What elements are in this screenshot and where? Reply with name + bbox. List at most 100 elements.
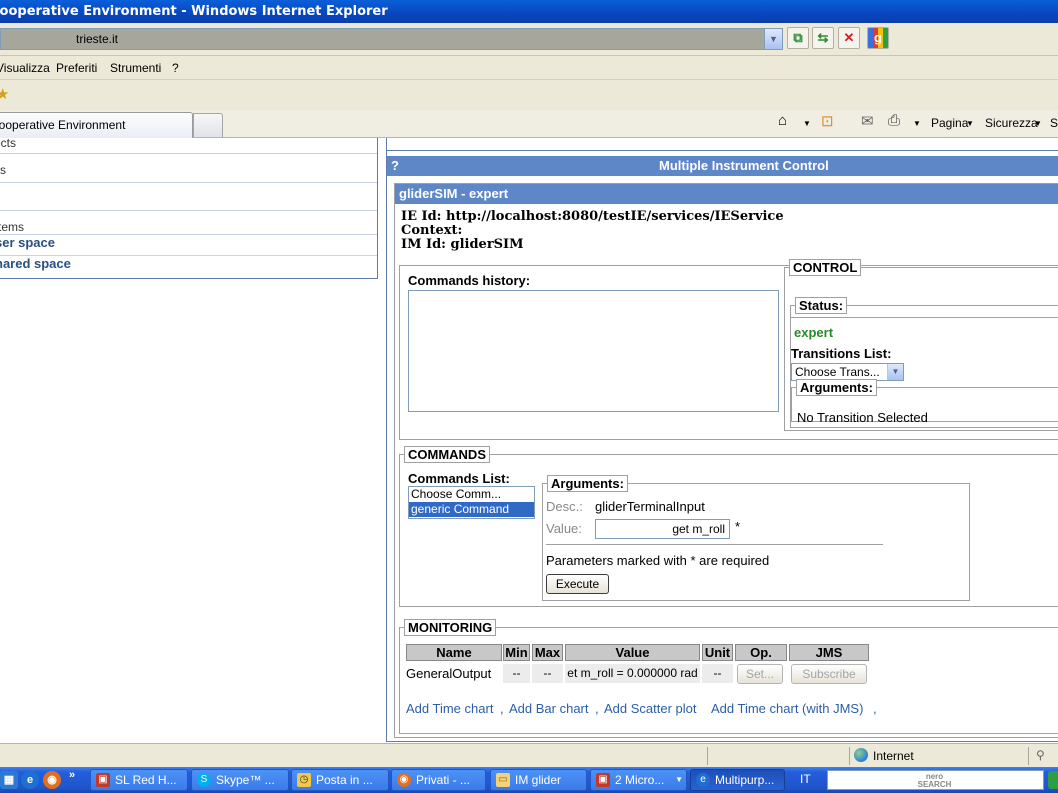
monitoring-legend: MONITORING xyxy=(404,619,497,636)
language-indicator[interactable]: IT xyxy=(800,772,811,786)
row-name: GeneralOutput xyxy=(406,664,502,683)
google-search-icon[interactable]: g xyxy=(867,27,889,49)
taskbar-item-im-glider[interactable]: ▭ IM glider xyxy=(490,769,587,791)
add-bar-chart-link[interactable]: Add Bar chart xyxy=(509,701,589,716)
add-time-chart-jms-link[interactable]: Add Time chart (with JMS) xyxy=(711,701,863,716)
commands-listbox[interactable]: Choose Comm... generic Command xyxy=(408,486,535,519)
status-divider xyxy=(1028,747,1029,765)
left-nav-item-1-label: ects xyxy=(0,138,17,150)
address-dropdown-icon[interactable]: ▼ xyxy=(764,29,782,49)
left-nav-item-2[interactable]: rs xyxy=(0,154,377,183)
column-header-jms: JMS xyxy=(789,644,869,661)
menu-favorites[interactable]: Preferiti xyxy=(56,61,97,75)
subscribe-button[interactable]: Subscribe xyxy=(791,664,867,684)
window-title-bar: Cooperative Environment - Windows Intern… xyxy=(0,0,1058,23)
history-textarea[interactable] xyxy=(408,290,779,412)
task-label: SL Red H... xyxy=(115,773,177,787)
stop-icon[interactable]: ✕ xyxy=(838,27,860,49)
favorites-icon[interactable]: ★ xyxy=(0,85,9,103)
taskbar-item-microsoft[interactable]: ▣ 2 Micro... ▼ xyxy=(590,769,687,791)
menu-help[interactable]: ? xyxy=(172,61,179,75)
compatibility-icon[interactable]: ⧉ xyxy=(787,27,809,49)
status-legend: Status: xyxy=(795,297,848,314)
zoom-icon[interactable]: ⚲ xyxy=(1036,748,1045,762)
left-nav-shared-space[interactable]: hared space xyxy=(0,256,377,278)
ie-id: IE Id: http://localhost:8080/testIE/serv… xyxy=(401,209,784,224)
control-legend: CONTROL xyxy=(789,259,862,276)
left-nav-item-4[interactable]: tems xyxy=(0,211,377,235)
new-tab-button[interactable] xyxy=(193,113,223,137)
address-bar: trieste.it ▼ ⧉ ⇆ ✕ g xyxy=(0,23,1058,56)
mic-header: ? Multiple Instrument Control xyxy=(387,156,1058,176)
feeds-icon[interactable]: ⊡ xyxy=(821,112,834,130)
left-nav-item-1[interactable]: ects xyxy=(0,138,377,154)
column-header-value: Value xyxy=(565,644,700,661)
globe-icon xyxy=(854,748,868,762)
link-separator: , xyxy=(595,701,599,716)
status-value: expert xyxy=(794,325,834,340)
add-time-chart-link[interactable]: Add Time chart xyxy=(406,701,493,716)
taskbar-item-posta[interactable]: ◷ Posta in ... xyxy=(291,769,389,791)
taskbar-item-sl-red[interactable]: ▣ SL Red H... xyxy=(90,769,188,791)
menu-tools[interactable]: Strumenti xyxy=(110,61,161,75)
left-nav-item-3[interactable] xyxy=(0,183,377,211)
command-option[interactable]: Choose Comm... xyxy=(409,487,534,502)
window-title: Cooperative Environment - Windows Intern… xyxy=(0,4,388,19)
desktop-icon[interactable]: ▦ xyxy=(0,771,18,789)
menu-view[interactable]: Visualizza xyxy=(0,61,50,75)
execute-button[interactable]: Execute xyxy=(546,574,609,594)
taskbar-item-privati[interactable]: ◉ Privati - ... xyxy=(391,769,486,791)
tab-cooperative-environment[interactable]: Cooperative Environment xyxy=(0,112,193,138)
help-icon[interactable]: ? xyxy=(391,156,399,176)
left-nav-user-space[interactable]: ser space xyxy=(0,235,377,256)
set-button[interactable]: Set... xyxy=(737,664,783,684)
mic-title: Multiple Instrument Control xyxy=(659,158,829,173)
instrument-panel: ? Multiple Instrument Control gliderSIM … xyxy=(386,150,1058,742)
history-label: Commands history: xyxy=(408,273,531,288)
security-menu[interactable]: Sicurezza xyxy=(985,116,1038,130)
refresh-icon[interactable]: ⇆ xyxy=(812,27,834,49)
status-divider xyxy=(849,747,850,765)
search-go-icon[interactable] xyxy=(1048,771,1058,789)
taskbar-item-skype[interactable]: S Skype™ ... xyxy=(191,769,289,791)
page-menu[interactable]: Pagina xyxy=(931,116,968,130)
task-label: Privati - ... xyxy=(416,773,471,787)
column-header-name: Name xyxy=(406,644,502,661)
firefox-icon: ◉ xyxy=(397,773,411,787)
firefox-icon[interactable]: ◉ xyxy=(43,771,61,789)
address-input[interactable]: trieste.it ▼ xyxy=(0,28,783,50)
home-icon[interactable]: ⌂ xyxy=(778,112,787,129)
user-space-link[interactable]: ser space xyxy=(0,235,55,250)
left-nav-item-4-label: tems xyxy=(0,220,25,234)
taskbar-item-multipurpose[interactable]: e Multipurp... xyxy=(690,769,785,791)
desc-label: Desc.: xyxy=(546,499,583,514)
print-icon[interactable]: ⎙ xyxy=(888,112,900,129)
task-label: Skype™ ... xyxy=(216,773,275,787)
favorites-bar: ★ xyxy=(0,80,1058,110)
mail-icon[interactable]: ✉ xyxy=(861,112,874,130)
status-divider xyxy=(707,747,708,765)
nero-search-box[interactable]: nero SEARCH xyxy=(827,770,1044,790)
column-header-max: Max xyxy=(532,644,563,661)
commands-legend: COMMANDS xyxy=(404,446,490,463)
home-dropdown-icon[interactable]: ▼ xyxy=(803,119,811,128)
quicklaunch-more-icon[interactable]: » xyxy=(69,769,75,781)
tools-menu-truncated[interactable]: S xyxy=(1050,116,1058,130)
shared-space-link[interactable]: hared space xyxy=(0,256,71,271)
monitoring-fieldset: MONITORING Name Min Max Value Unit Op. J… xyxy=(399,619,1058,734)
context-label: Context: xyxy=(401,223,463,238)
task-label: Posta in ... xyxy=(316,773,373,787)
control-arguments-fieldset: Arguments: No Transition Selected xyxy=(791,379,1058,425)
add-scatter-plot-link[interactable]: Add Scatter plot xyxy=(604,701,697,716)
column-header-op: Op. xyxy=(735,644,787,661)
left-nav-item-2-label: rs xyxy=(0,163,6,177)
print-dropdown-icon[interactable]: ▼ xyxy=(913,119,921,128)
commands-fieldset: COMMANDS Commands List: Choose Comm... g… xyxy=(399,446,1058,607)
no-transition-text: No Transition Selected xyxy=(797,410,928,425)
folder-icon: ▭ xyxy=(496,773,510,787)
ie-icon[interactable]: e xyxy=(21,771,39,789)
page-dropdown-icon: ▼ xyxy=(966,119,974,128)
address-value: trieste.it xyxy=(76,32,119,46)
value-input[interactable]: get m_roll xyxy=(595,519,730,539)
command-option-selected[interactable]: generic Command xyxy=(409,502,534,517)
